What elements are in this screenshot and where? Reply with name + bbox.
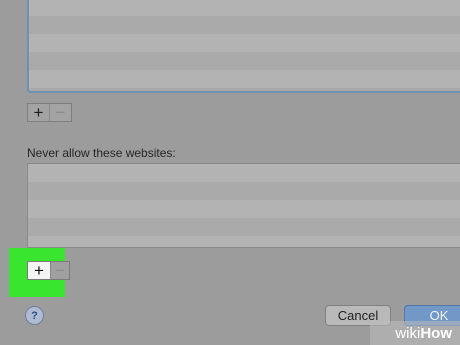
watermark-wiki: wiki (395, 324, 421, 342)
watermark-how: How (420, 324, 452, 342)
remove-blocked-website-button[interactable]: − (50, 262, 69, 279)
allowed-websites-list[interactable] (27, 0, 460, 93)
blocked-add-remove-controls: + − (27, 261, 70, 280)
allowed-add-remove-controls: + − (27, 103, 72, 122)
blocked-websites-list[interactable] (27, 163, 460, 248)
never-allow-label: Never allow these websites: (27, 146, 176, 160)
add-blocked-website-button[interactable]: + (28, 262, 50, 279)
wikihow-watermark: wiki How (370, 321, 460, 345)
help-button[interactable]: ? (25, 306, 44, 325)
remove-allowed-website-button[interactable]: − (49, 104, 71, 121)
add-allowed-website-button[interactable]: + (28, 104, 49, 121)
